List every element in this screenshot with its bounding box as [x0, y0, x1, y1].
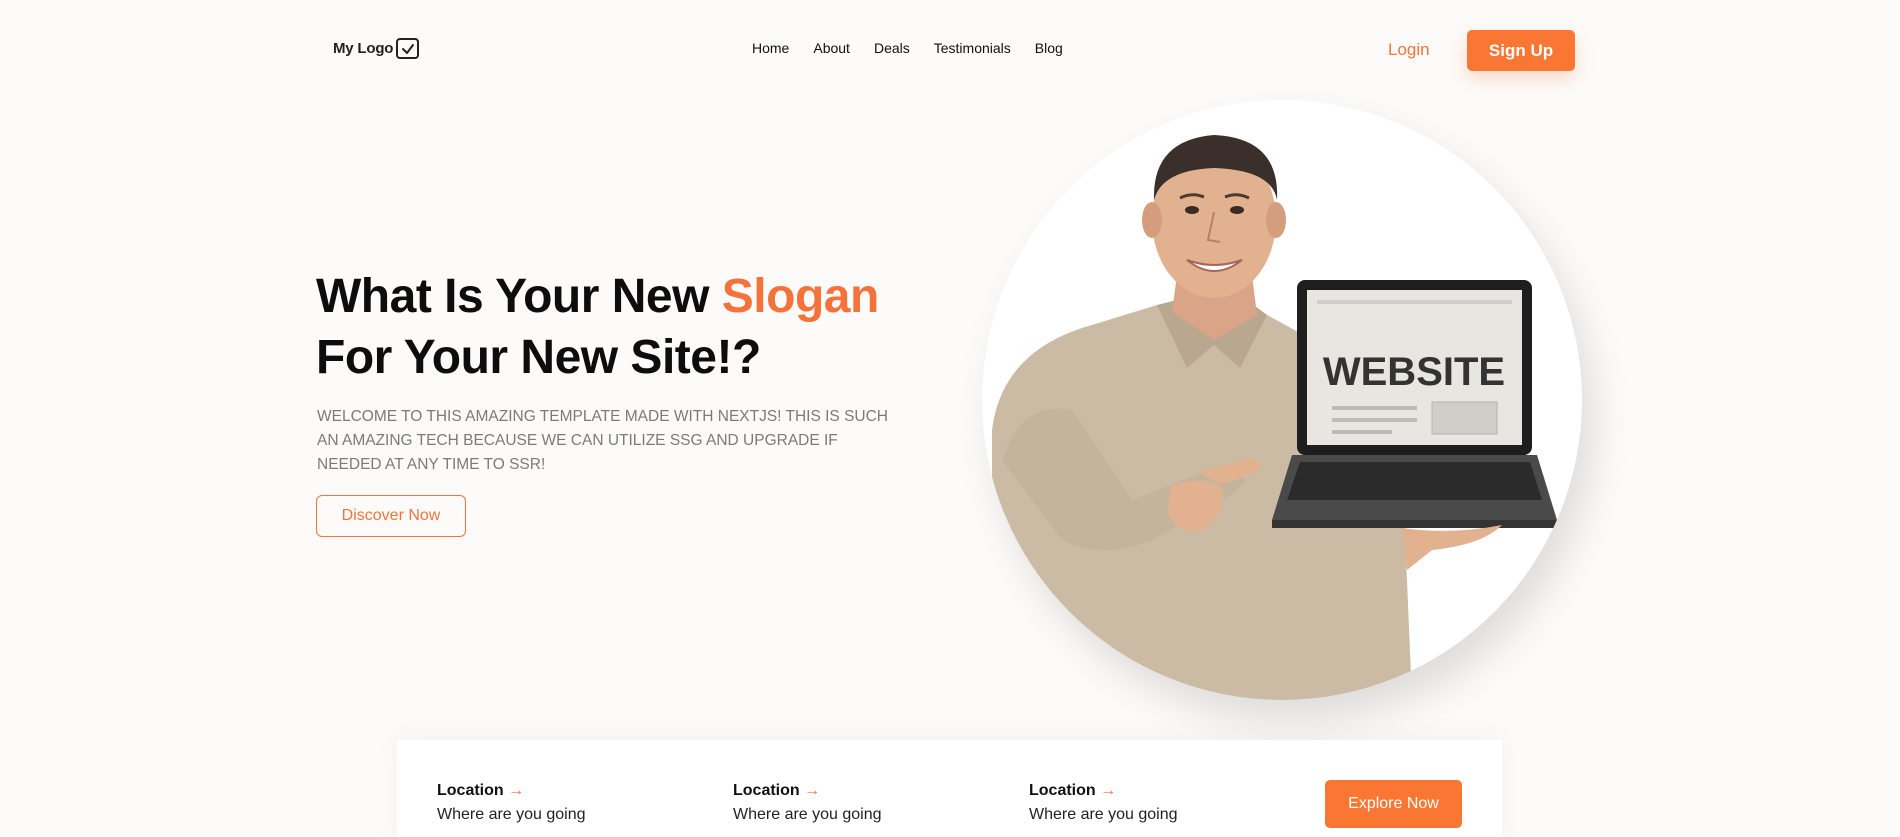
nav-link-blog[interactable]: Blog: [1035, 40, 1063, 56]
hero-subtitle: WELCOME TO THIS AMAZING TEMPLATE MADE WI…: [317, 408, 888, 473]
location-field-3[interactable]: Location → Where are you going: [1029, 782, 1178, 824]
location-field-1[interactable]: Location → Where are you going: [437, 782, 586, 824]
explore-now-button[interactable]: Explore Now: [1325, 780, 1462, 828]
hero-title-part2: For Your New Site!?: [316, 331, 761, 384]
laptop-screen-text: WEBSITE: [1323, 350, 1505, 394]
location-field-label: Location →: [1029, 782, 1178, 800]
hero-title: What Is Your New Slogan For Your New Site…: [316, 266, 956, 388]
hero-image: WEBSITE: [982, 100, 1582, 700]
nav-link-testimonials[interactable]: Testimonials: [934, 40, 1011, 56]
site-logo[interactable]: My Logo: [333, 38, 420, 59]
arrow-right-icon: →: [804, 782, 821, 799]
man-with-laptop-illustration: WEBSITE: [992, 135, 1557, 700]
location-label-text: Location: [1029, 782, 1096, 799]
hero-title-part1: What Is Your New: [316, 270, 722, 323]
location-field-placeholder: Where are you going: [733, 806, 882, 823]
location-label-text: Location: [733, 782, 800, 799]
location-field-2[interactable]: Location → Where are you going: [733, 782, 882, 824]
location-search-card: Location → Where are you going Location …: [397, 740, 1502, 837]
hero-title-accent: Slogan: [721, 270, 880, 323]
location-field-label: Location →: [733, 782, 882, 800]
arrow-right-icon: →: [508, 782, 525, 799]
checkbox-check-icon: [396, 38, 420, 59]
login-link[interactable]: Login: [1388, 40, 1430, 60]
logo-text: My Logo: [333, 40, 394, 57]
navbar: My Logo Home About Deals Testimonials Bl…: [0, 0, 1900, 100]
location-field-label: Location →: [437, 782, 586, 800]
signup-button[interactable]: Sign Up: [1467, 30, 1575, 71]
nav-link-home[interactable]: Home: [752, 40, 789, 56]
location-label-text: Location: [437, 782, 504, 799]
nav-link-deals[interactable]: Deals: [874, 40, 910, 56]
nav-link-about[interactable]: About: [813, 40, 850, 56]
discover-now-button[interactable]: Discover Now: [316, 495, 466, 537]
arrow-right-icon: →: [1100, 782, 1117, 799]
location-field-placeholder: Where are you going: [1029, 806, 1178, 823]
main-nav: Home About Deals Testimonials Blog: [752, 40, 1087, 56]
location-field-placeholder: Where are you going: [437, 806, 586, 823]
